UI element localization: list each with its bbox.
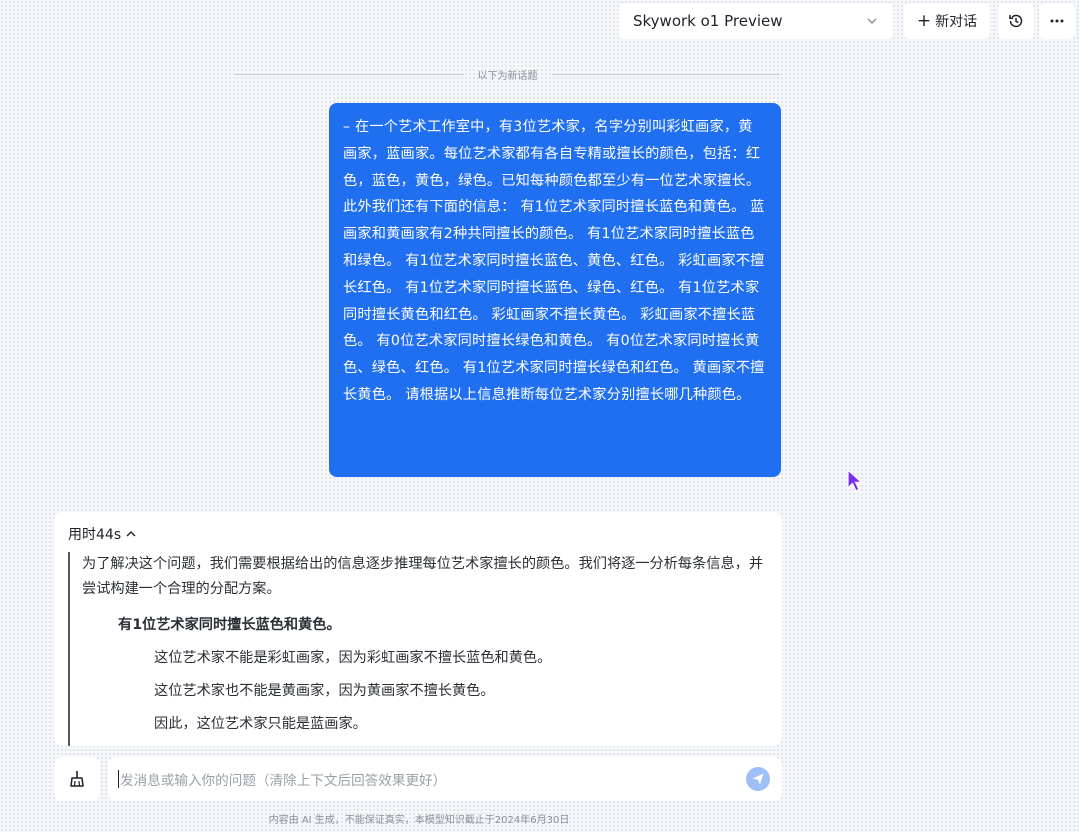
send-icon xyxy=(752,773,764,785)
divider-line xyxy=(235,73,464,75)
new-topic-divider: 以下为新话题 xyxy=(235,66,780,82)
message-input-placeholder: 发消息或输入你的问题（清除上下文后回答效果更好） xyxy=(120,773,447,789)
cursor-icon xyxy=(847,468,864,492)
answer-heading: 有1位艺术家同时擅长蓝色和黄色。 xyxy=(118,617,341,633)
thinking-content: 为了解决这个问题，我们需要根据给出的信息逐步推理每位艺术家擅长的颜色。我们将逐一… xyxy=(68,552,768,746)
thinking-toggle[interactable]: 用时44s xyxy=(68,524,137,544)
answer-intro: 为了解决这个问题，我们需要根据给出的信息逐步推理每位艺术家擅长的颜色。我们将逐一… xyxy=(82,556,764,597)
user-message-text: – 在一个艺术工作室中，有3位艺术家，名字分别叫彩虹画家，黄画家，蓝画家。每位艺… xyxy=(343,119,765,403)
answer-line: 因此，这位艺术家只能是蓝画家。 xyxy=(154,716,367,732)
answer-line: 这位艺术家不能是彩虹画家，因为彩虹画家不擅长蓝色和黄色。 xyxy=(154,650,552,666)
more-button[interactable] xyxy=(1039,3,1075,39)
broom-icon xyxy=(70,771,84,787)
thinking-duration: 用时44s xyxy=(68,527,122,543)
ai-disclaimer: 内容由 AI 生成，不能保证真实，本模型知识截止于2024年6月30日 xyxy=(268,815,570,826)
more-icon xyxy=(1050,19,1064,23)
divider-label: 以下为新话题 xyxy=(477,70,538,82)
text-caret xyxy=(118,770,119,788)
assistant-answer-card: 用时44s 为了解决这个问题，我们需要根据给出的信息逐步推理每位艺术家擅长的颜色… xyxy=(54,512,782,746)
new-chat-label: 新对话 xyxy=(935,14,978,30)
plus-icon: + xyxy=(916,10,932,31)
answer-line: 这位艺术家也不能是黄画家，因为黄画家不擅长黄色。 xyxy=(154,683,495,699)
model-name: Skywork o1 Preview xyxy=(633,12,783,30)
clear-context-button[interactable] xyxy=(54,757,100,801)
chevron-down-icon xyxy=(867,18,877,24)
message-input[interactable]: 发消息或输入你的问题（清除上下文后回答效果更好） xyxy=(108,757,782,801)
model-selector[interactable]: Skywork o1 Preview xyxy=(619,3,893,39)
user-message-bubble: – 在一个艺术工作室中，有3位艺术家，名字分别叫彩虹画家，黄画家，蓝画家。每位艺… xyxy=(329,103,781,477)
divider-line xyxy=(551,73,780,75)
chevron-up-icon xyxy=(126,531,136,537)
new-chat-button[interactable]: + 新对话 xyxy=(904,3,990,39)
send-button[interactable] xyxy=(746,767,770,791)
history-icon xyxy=(1009,14,1023,28)
history-button[interactable] xyxy=(998,3,1034,39)
